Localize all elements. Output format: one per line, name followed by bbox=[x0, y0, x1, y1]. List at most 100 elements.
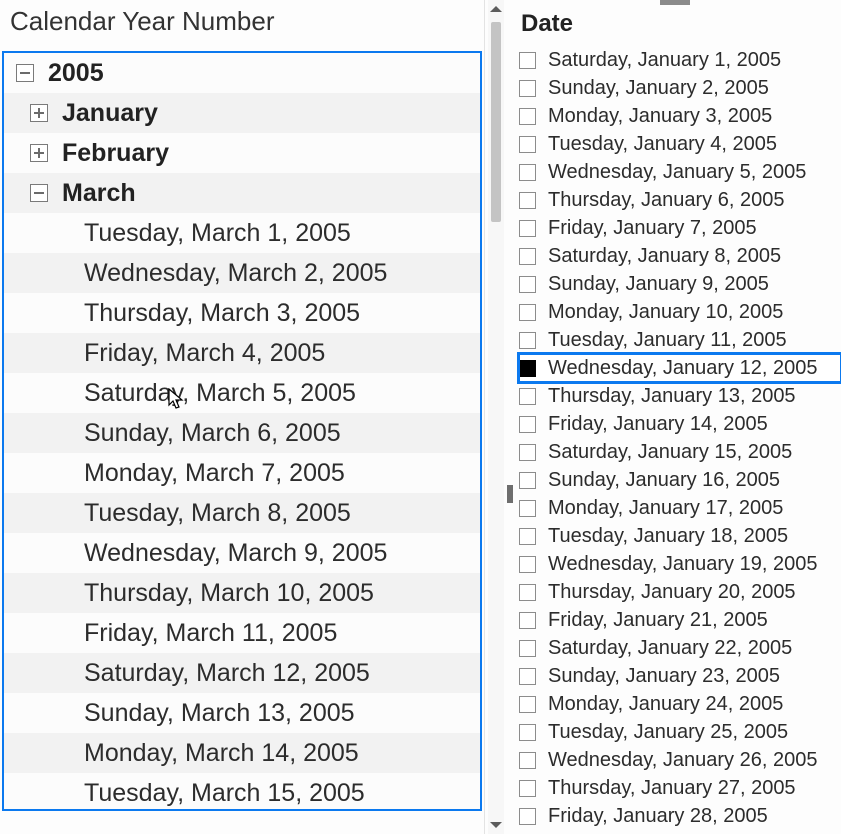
tree-label: Friday, March 4, 2005 bbox=[84, 339, 325, 368]
tree-row-day[interactable]: Wednesday, March 2, 2005 bbox=[4, 253, 480, 293]
tree-row-day[interactable]: Tuesday, March 8, 2005 bbox=[4, 493, 480, 533]
date-label: Saturday, January 22, 2005 bbox=[548, 637, 792, 660]
checkbox[interactable] bbox=[519, 640, 536, 657]
scroll-down-icon[interactable] bbox=[490, 822, 502, 828]
checkbox[interactable] bbox=[519, 696, 536, 713]
checkbox[interactable] bbox=[519, 164, 536, 181]
date-row[interactable]: Wednesday, January 26, 2005 bbox=[519, 746, 841, 774]
checkbox[interactable] bbox=[519, 388, 536, 405]
checkbox[interactable] bbox=[519, 668, 536, 685]
date-row[interactable]: Thursday, January 20, 2005 bbox=[519, 578, 841, 606]
date-row[interactable]: Sunday, January 16, 2005 bbox=[519, 466, 841, 494]
tree-row-month[interactable]: March bbox=[4, 173, 480, 213]
date-row[interactable]: Wednesday, January 19, 2005 bbox=[519, 550, 841, 578]
date-row[interactable]: Monday, January 10, 2005 bbox=[519, 298, 841, 326]
date-row[interactable]: Monday, January 24, 2005 bbox=[519, 690, 841, 718]
date-label: Sunday, January 16, 2005 bbox=[548, 469, 780, 492]
date-row[interactable]: Saturday, January 15, 2005 bbox=[519, 438, 841, 466]
date-row[interactable]: Friday, January 21, 2005 bbox=[519, 606, 841, 634]
tree-row-day[interactable]: Thursday, March 10, 2005 bbox=[4, 573, 480, 613]
tree-row-day[interactable]: Tuesday, March 15, 2005 bbox=[4, 773, 480, 809]
date-label: Wednesday, January 19, 2005 bbox=[548, 553, 817, 576]
scroll-up-icon[interactable] bbox=[490, 6, 502, 12]
date-row[interactable]: Tuesday, January 4, 2005 bbox=[519, 130, 841, 158]
date-label: Monday, January 10, 2005 bbox=[548, 301, 783, 324]
tree-scroll[interactable]: 2005JanuaryFebruaryMarchTuesday, March 1… bbox=[4, 53, 480, 809]
date-row[interactable]: Thursday, January 6, 2005 bbox=[519, 186, 841, 214]
checkbox[interactable] bbox=[519, 248, 536, 265]
date-row[interactable]: Friday, January 14, 2005 bbox=[519, 410, 841, 438]
checkbox[interactable] bbox=[519, 808, 536, 825]
date-row[interactable]: Wednesday, January 12, 2005 bbox=[519, 354, 841, 382]
tree-row-day[interactable]: Tuesday, March 1, 2005 bbox=[4, 213, 480, 253]
tree-row-day[interactable]: Thursday, March 3, 2005 bbox=[4, 293, 480, 333]
date-row[interactable]: Saturday, January 22, 2005 bbox=[519, 634, 841, 662]
tree-row-day[interactable]: Monday, March 14, 2005 bbox=[4, 733, 480, 773]
tree-label: Monday, March 14, 2005 bbox=[84, 739, 359, 768]
plus-icon[interactable] bbox=[30, 104, 48, 122]
date-label: Thursday, January 6, 2005 bbox=[548, 189, 784, 212]
date-label: Thursday, January 13, 2005 bbox=[548, 385, 796, 408]
resize-handle-top[interactable] bbox=[660, 0, 690, 5]
date-label: Friday, January 7, 2005 bbox=[548, 217, 757, 240]
checkbox[interactable] bbox=[519, 416, 536, 433]
scroll-handle[interactable] bbox=[507, 485, 513, 503]
tree-row-year[interactable]: 2005 bbox=[4, 53, 480, 93]
tree-row-day[interactable]: Saturday, March 5, 2005 bbox=[4, 373, 480, 413]
tree-row-day[interactable]: Sunday, March 13, 2005 bbox=[4, 693, 480, 733]
checkbox[interactable] bbox=[519, 528, 536, 545]
date-label: Sunday, January 23, 2005 bbox=[548, 665, 780, 688]
date-row[interactable]: Monday, January 3, 2005 bbox=[519, 102, 841, 130]
date-row[interactable]: Friday, January 7, 2005 bbox=[519, 214, 841, 242]
tree-label: Sunday, March 13, 2005 bbox=[84, 699, 355, 728]
tree-row-day[interactable]: Friday, March 4, 2005 bbox=[4, 333, 480, 373]
checkbox[interactable] bbox=[519, 304, 536, 321]
tree-row-day[interactable]: Wednesday, March 9, 2005 bbox=[4, 533, 480, 573]
checkbox[interactable] bbox=[519, 500, 536, 517]
scrollbar-thumb[interactable] bbox=[491, 22, 501, 222]
checkbox[interactable] bbox=[519, 276, 536, 293]
date-row[interactable]: Friday, January 28, 2005 bbox=[519, 802, 841, 830]
date-row[interactable]: Sunday, January 9, 2005 bbox=[519, 270, 841, 298]
date-row[interactable]: Thursday, January 13, 2005 bbox=[519, 382, 841, 410]
checkbox[interactable] bbox=[519, 332, 536, 349]
checkbox[interactable] bbox=[519, 220, 536, 237]
date-row[interactable]: Tuesday, January 18, 2005 bbox=[519, 522, 841, 550]
date-row[interactable]: Sunday, January 23, 2005 bbox=[519, 662, 841, 690]
tree-row-day[interactable]: Sunday, March 6, 2005 bbox=[4, 413, 480, 453]
checkbox[interactable] bbox=[519, 80, 536, 97]
checkbox[interactable] bbox=[519, 612, 536, 629]
checkbox[interactable] bbox=[519, 52, 536, 69]
tree-row-month[interactable]: February bbox=[4, 133, 480, 173]
checkbox[interactable] bbox=[519, 136, 536, 153]
date-label: Thursday, January 27, 2005 bbox=[548, 777, 796, 800]
date-row[interactable]: Thursday, January 27, 2005 bbox=[519, 774, 841, 802]
date-row[interactable]: Monday, January 17, 2005 bbox=[519, 494, 841, 522]
calendar-tree[interactable]: 2005JanuaryFebruaryMarchTuesday, March 1… bbox=[2, 51, 482, 811]
date-row[interactable]: Saturday, January 8, 2005 bbox=[519, 242, 841, 270]
checkbox[interactable] bbox=[519, 108, 536, 125]
checkbox[interactable] bbox=[519, 752, 536, 769]
minus-icon[interactable] bbox=[30, 184, 48, 202]
checkbox[interactable] bbox=[519, 192, 536, 209]
checkbox[interactable] bbox=[519, 584, 536, 601]
checkbox[interactable] bbox=[519, 360, 536, 377]
date-row[interactable]: Tuesday, January 11, 2005 bbox=[519, 326, 841, 354]
plus-icon[interactable] bbox=[30, 144, 48, 162]
tree-row-day[interactable]: Saturday, March 12, 2005 bbox=[4, 653, 480, 693]
checkbox[interactable] bbox=[519, 780, 536, 797]
checkbox[interactable] bbox=[519, 556, 536, 573]
tree-row-day[interactable]: Monday, March 7, 2005 bbox=[4, 453, 480, 493]
date-row[interactable]: Saturday, January 1, 2005 bbox=[519, 46, 841, 74]
checkbox[interactable] bbox=[519, 472, 536, 489]
date-row[interactable]: Tuesday, January 25, 2005 bbox=[519, 718, 841, 746]
minus-icon[interactable] bbox=[16, 64, 34, 82]
date-row[interactable]: Wednesday, January 5, 2005 bbox=[519, 158, 841, 186]
tree-row-month[interactable]: January bbox=[4, 93, 480, 133]
date-list[interactable]: Saturday, January 1, 2005Sunday, January… bbox=[513, 46, 841, 830]
checkbox[interactable] bbox=[519, 444, 536, 461]
left-scrollbar[interactable] bbox=[488, 0, 504, 834]
tree-row-day[interactable]: Friday, March 11, 2005 bbox=[4, 613, 480, 653]
date-row[interactable]: Sunday, January 2, 2005 bbox=[519, 74, 841, 102]
checkbox[interactable] bbox=[519, 724, 536, 741]
